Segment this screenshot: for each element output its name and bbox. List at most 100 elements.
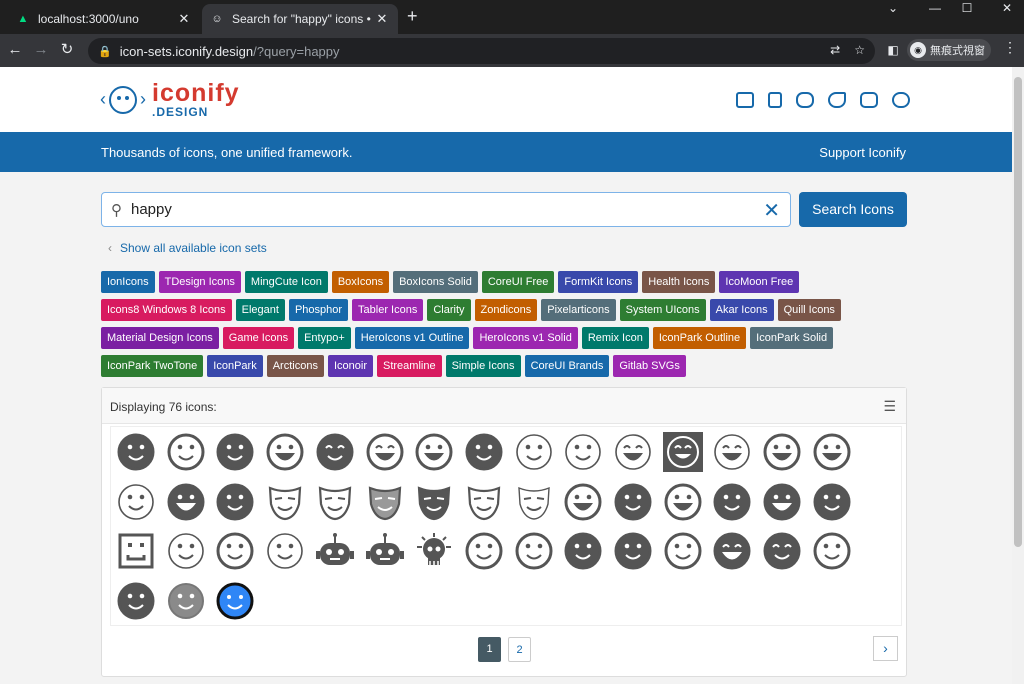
result-icon-smile[interactable] xyxy=(663,482,703,522)
result-icon-smile[interactable] xyxy=(514,482,554,522)
icon-set-tag[interactable]: FormKit Icons xyxy=(558,271,639,293)
result-icon-smile[interactable] xyxy=(215,432,255,472)
result-icon-smile[interactable] xyxy=(662,432,703,472)
tab-localhost[interactable]: ▲ localhost:3000/uno ✕ xyxy=(8,4,200,34)
support-link[interactable]: Support Iconify xyxy=(819,145,906,160)
result-icon-smile[interactable] xyxy=(215,531,255,571)
mastodon-icon[interactable] xyxy=(860,92,878,108)
list-view-icon[interactable]: ☰ xyxy=(883,398,896,415)
result-icon-smile[interactable] xyxy=(116,432,156,472)
search-button[interactable]: Search Icons xyxy=(799,192,907,227)
result-icon-smile[interactable] xyxy=(414,482,454,522)
close-tab-icon[interactable]: ✕ xyxy=(374,11,390,27)
icon-set-tag[interactable]: IconPark xyxy=(207,355,263,377)
icon-set-tag[interactable]: Icons8 Windows 8 Icons xyxy=(101,299,232,321)
discord-icon[interactable] xyxy=(796,92,814,108)
result-icon-smile[interactable] xyxy=(265,432,305,472)
tab-search-icon[interactable]: ⌄ xyxy=(878,0,908,16)
icon-set-tag[interactable]: Simple Icons xyxy=(445,355,521,377)
close-window-icon[interactable]: ✕ xyxy=(992,0,1022,16)
back-icon[interactable]: ← xyxy=(5,40,25,60)
url-field[interactable]: 🔒 icon-sets.iconify.design /?query=happy… xyxy=(88,38,875,64)
twitter-icon[interactable] xyxy=(828,92,846,108)
result-icon-smile[interactable] xyxy=(166,432,206,472)
clear-icon[interactable]: ✕ xyxy=(763,198,780,223)
tab-iconify[interactable]: ☺ Search for "happy" icons • Icor ✕ xyxy=(202,4,398,34)
result-icon-smile[interactable] xyxy=(414,432,454,472)
result-icon-smile[interactable] xyxy=(315,482,355,522)
result-icon-smile[interactable] xyxy=(166,482,206,522)
side-panel-icon[interactable]: ◧ xyxy=(883,40,903,60)
result-icon-smile[interactable] xyxy=(762,432,802,472)
result-icon-smile[interactable] xyxy=(712,482,752,522)
result-icon-smile[interactable] xyxy=(514,432,554,472)
bookmark-star-icon[interactable]: ☆ xyxy=(854,43,865,57)
translate-icon[interactable]: ⇄ xyxy=(830,43,840,57)
icon-set-tag[interactable]: Gitlab SVGs xyxy=(613,355,686,377)
close-tab-icon[interactable]: ✕ xyxy=(176,11,192,27)
result-icon-smile[interactable] xyxy=(613,432,653,472)
result-icon-smile[interactable] xyxy=(265,482,305,522)
icon-set-tag[interactable]: IcoMoon Free xyxy=(719,271,800,293)
result-icon-smile[interactable] xyxy=(166,531,206,571)
scrollbar-thumb[interactable] xyxy=(1014,77,1022,547)
minimize-icon[interactable]: — xyxy=(920,0,950,16)
icon-set-tag[interactable]: Iconoir xyxy=(327,355,373,377)
icon-set-tag[interactable]: CoreUI Brands xyxy=(524,355,610,377)
icon-set-tag[interactable]: IconPark TwoTone xyxy=(101,355,204,377)
maximize-icon[interactable]: ☐ xyxy=(952,0,982,16)
result-icon-smile[interactable] xyxy=(116,581,156,621)
result-icon-smile[interactable] xyxy=(215,482,255,522)
image-icon[interactable] xyxy=(736,92,754,108)
result-icon-smile[interactable] xyxy=(762,482,802,522)
icon-set-tag[interactable]: MingCute Icon xyxy=(244,271,328,293)
result-icon-smile[interactable] xyxy=(464,482,504,522)
result-icon-smile[interactable] xyxy=(166,581,206,621)
new-tab-icon[interactable]: + xyxy=(407,6,418,27)
icon-set-tag[interactable]: Pixelarticons xyxy=(541,299,616,321)
result-icon-smile[interactable] xyxy=(464,432,504,472)
result-icon-smile[interactable] xyxy=(116,531,156,571)
result-icon-smile[interactable] xyxy=(215,581,255,621)
icon-set-tag[interactable]: Arcticons xyxy=(266,355,324,377)
forward-icon[interactable]: → xyxy=(31,40,51,60)
result-icon-smile[interactable] xyxy=(563,482,603,522)
icon-set-tag[interactable]: Game Icons xyxy=(222,327,295,349)
show-all-link[interactable]: ‹ Show all available icon sets xyxy=(108,241,267,255)
icon-set-tag[interactable]: BoxIcons Solid xyxy=(393,271,478,293)
result-icon-smile[interactable] xyxy=(762,531,802,571)
result-icon-smile[interactable] xyxy=(365,482,405,522)
icon-set-tag[interactable]: Material Design Icons xyxy=(101,327,219,349)
icon-set-tag[interactable]: IonIcons xyxy=(101,271,155,293)
result-icon-smile[interactable] xyxy=(663,531,703,571)
result-icon-smile[interactable] xyxy=(414,531,454,571)
page-2-button[interactable]: 2 xyxy=(508,637,531,662)
browser-menu-icon[interactable]: ⋮ xyxy=(1003,39,1017,56)
result-icon-smile[interactable] xyxy=(365,432,405,472)
result-icon-smile[interactable] xyxy=(712,531,752,571)
reload-icon[interactable]: ↻ xyxy=(57,40,77,60)
icon-set-tag[interactable]: Phosphor xyxy=(288,299,349,321)
icon-set-tag[interactable]: Remix Icon xyxy=(581,327,649,349)
icon-set-tag[interactable]: Clarity xyxy=(427,299,471,321)
result-icon-smile[interactable] xyxy=(365,531,405,571)
icon-set-tag[interactable]: System UIcons xyxy=(619,299,706,321)
result-icon-smile[interactable] xyxy=(613,531,653,571)
icon-set-tag[interactable]: CoreUI Free xyxy=(481,271,555,293)
result-icon-smile[interactable] xyxy=(613,482,653,522)
result-icon-smile[interactable] xyxy=(812,531,852,571)
icon-set-tag[interactable]: HeroIcons v1 Outline xyxy=(354,327,470,349)
code-icon[interactable] xyxy=(768,92,782,108)
page-1-button[interactable]: 1 xyxy=(478,637,501,662)
icon-set-tag[interactable]: Quill Icons xyxy=(777,299,841,321)
icon-set-tag[interactable]: Zondicons xyxy=(474,299,538,321)
result-icon-smile[interactable] xyxy=(812,432,852,472)
result-icon-smile[interactable] xyxy=(563,531,603,571)
icon-set-tag[interactable]: Tabler Icons xyxy=(352,299,424,321)
search-input[interactable] xyxy=(131,201,751,218)
icon-set-tag[interactable]: HeroIcons v1 Solid xyxy=(473,327,578,349)
next-page-button[interactable]: › xyxy=(873,636,898,661)
result-icon-smile[interactable] xyxy=(464,531,504,571)
result-icon-smile[interactable] xyxy=(514,531,554,571)
icon-set-tag[interactable]: Streamline xyxy=(377,355,442,377)
